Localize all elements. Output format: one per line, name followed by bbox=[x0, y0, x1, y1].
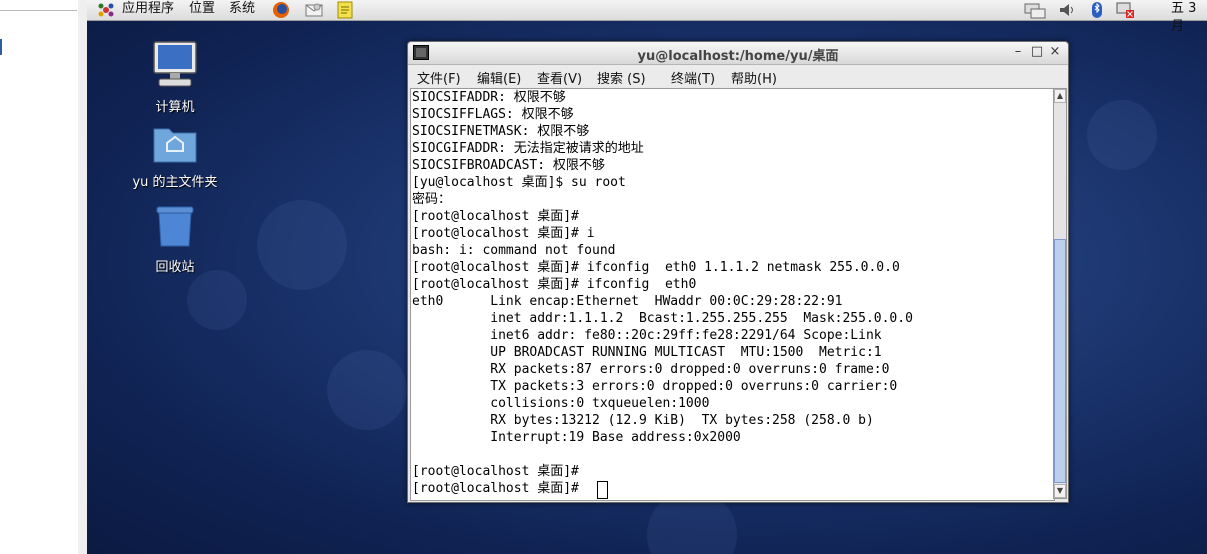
menu-places[interactable]: 位置 bbox=[189, 0, 215, 20]
desktop-icon-trash[interactable]: 回收站 bbox=[125, 204, 225, 275]
applications-icon bbox=[96, 1, 116, 18]
terminal-line: [yu@localhost 桌面]$ su root bbox=[412, 175, 626, 190]
terminal-line: [root@localhost 桌面]# bbox=[412, 464, 579, 479]
close-icon[interactable]: × bbox=[1047, 44, 1063, 60]
desktop-icon-computer[interactable]: 计算机 bbox=[125, 40, 225, 115]
bokeh-decoration bbox=[187, 270, 247, 330]
host-window-bar bbox=[0, 0, 77, 11]
terminal-line: SIOCGIFADDR: 无法指定被请求的地址 bbox=[412, 141, 644, 156]
bluetooth-icon[interactable] bbox=[1087, 1, 1107, 18]
menu-view[interactable]: 查看(V) bbox=[537, 68, 582, 87]
terminal-line: SIOCSIFFLAGS: 权限不够 bbox=[412, 107, 574, 122]
home-folder-icon bbox=[153, 128, 197, 163]
terminal-line: bash: i: command not found bbox=[412, 243, 616, 258]
menu-search[interactable]: 搜索 (S) bbox=[597, 68, 646, 87]
terminal-scrollbar[interactable]: ▲ ▼ bbox=[1053, 88, 1067, 499]
terminal-title: yu@localhost:/home/yu/桌面 bbox=[637, 49, 839, 64]
terminal-line: TX packets:3 errors:0 dropped:0 overruns… bbox=[412, 379, 898, 394]
terminal-line: [root@localhost 桌面]# bbox=[412, 209, 579, 224]
terminal-line: RX bytes:13212 (12.9 KiB) TX bytes:258 (… bbox=[412, 413, 874, 428]
scrollbar-thumb[interactable] bbox=[1054, 239, 1066, 483]
terminal-output[interactable]: SIOCSIFADDR: 权限不够 SIOCSIFFLAGS: 权限不够 SIOCS… bbox=[410, 88, 1055, 501]
desktop-icon-label: yu 的主文件夹 bbox=[132, 175, 218, 190]
terminal-line: UP BROADCAST RUNNING MULTICAST MTU:1500 … bbox=[412, 345, 882, 360]
notes-icon[interactable] bbox=[335, 1, 355, 19]
computer-icon bbox=[153, 41, 197, 87]
desktop-icon-label: 回收站 bbox=[155, 260, 195, 275]
network-status-icon[interactable] bbox=[1115, 1, 1135, 18]
panel-clock[interactable]: 五 3月 bbox=[1171, 0, 1207, 34]
terminal-line: SIOCSIFBROADCAST: 权限不够 bbox=[412, 158, 605, 173]
terminal-line: SIOCSIFADDR: 权限不够 bbox=[412, 90, 566, 105]
host-window-fragment bbox=[0, 0, 79, 554]
menu-file[interactable]: 文件(F) bbox=[417, 68, 461, 87]
menu-edit[interactable]: 编辑(E) bbox=[477, 68, 521, 87]
terminal-line: 密码： bbox=[412, 192, 452, 207]
firefox-icon[interactable] bbox=[271, 1, 291, 18]
top-panel: 应用程序 位置 系统 五 3月 bbox=[87, 0, 1207, 34]
terminal-line: [root@localhost 桌面]# ifconfig eth0 bbox=[412, 277, 697, 292]
bokeh-decoration bbox=[1087, 100, 1157, 170]
menu-applications[interactable]: 应用程序 bbox=[122, 0, 174, 20]
terminal-line: [root@localhost 桌面]# ifconfig eth0 1.1.1… bbox=[412, 260, 900, 275]
desktop-icon-home-folder[interactable]: yu 的主文件夹 bbox=[125, 123, 225, 190]
mail-client-icon[interactable] bbox=[304, 1, 324, 18]
volume-icon[interactable] bbox=[1057, 1, 1077, 18]
terminal-line: eth0 Link encap:Ethernet HWaddr 00:0C:29… bbox=[412, 294, 843, 309]
terminal-line: inet6 addr: fe80::20c:29ff:fe28:2291/64 … bbox=[412, 328, 882, 343]
menu-terminal[interactable]: 终端(T) bbox=[671, 68, 715, 87]
host-selection-marker bbox=[0, 39, 2, 55]
terminal-line: SIOCSIFNETMASK: 权限不够 bbox=[412, 124, 590, 139]
terminal-line: collisions:0 txqueuelen:1000 bbox=[412, 396, 710, 411]
trash-icon bbox=[156, 206, 194, 247]
terminal-line: RX packets:87 errors:0 dropped:0 overrun… bbox=[412, 362, 890, 377]
scroll-up-icon[interactable]: ▲ bbox=[1054, 89, 1066, 103]
network-icon[interactable] bbox=[1023, 1, 1046, 19]
menu-system[interactable]: 系统 bbox=[229, 0, 255, 20]
bokeh-decoration bbox=[327, 350, 407, 430]
scroll-down-icon[interactable]: ▼ bbox=[1054, 484, 1066, 498]
terminal-titlebar[interactable]: yu@localhost:/home/yu/桌面 – □ × bbox=[408, 42, 1068, 65]
minimize-icon[interactable]: – bbox=[1010, 44, 1026, 60]
terminal-line: [root@localhost 桌面]# bbox=[412, 481, 587, 496]
terminal-line: inet addr:1.1.1.2 Bcast:1.255.255.255 Ma… bbox=[412, 311, 913, 326]
desktop-icon-label: 计算机 bbox=[155, 100, 195, 115]
text-cursor bbox=[597, 481, 608, 499]
terminal-window[interactable]: yu@localhost:/home/yu/桌面 – □ × 文件(F) 编辑(… bbox=[407, 41, 1069, 503]
bokeh-decoration bbox=[257, 200, 347, 290]
maximize-icon[interactable]: □ bbox=[1029, 44, 1045, 60]
terminal-line: [root@localhost 桌面]# i bbox=[412, 226, 595, 241]
menu-help[interactable]: 帮助(H) bbox=[731, 68, 777, 87]
terminal-line: Interrupt:19 Base address:0x2000 bbox=[412, 430, 741, 445]
terminal-menubar: 文件(F) 编辑(E) 查看(V) 搜索 (S) 终端(T) 帮助(H) bbox=[408, 65, 1068, 87]
